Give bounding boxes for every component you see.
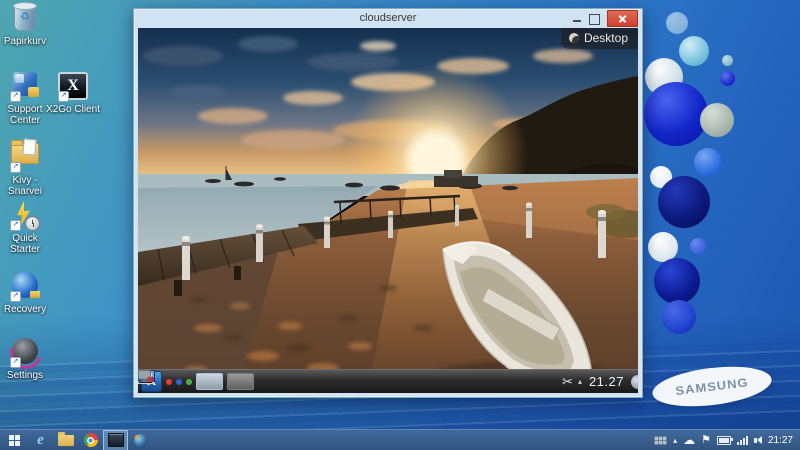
x2go-client-icon: X ↗: [58, 72, 88, 102]
plasma-panel: K ✂ ▴ 21.27: [138, 369, 638, 393]
x2go-session-icon: [107, 433, 124, 447]
desktop-icon-kivy-shortcut[interactable]: ↗ Kivy - Snarvei: [0, 135, 54, 197]
expand-caret-icon[interactable]: ▴: [673, 436, 677, 445]
close-button[interactable]: [607, 10, 638, 27]
support-center-icon: ↗: [10, 72, 40, 102]
bubble: [694, 148, 722, 176]
desktop-icon-recycle-bin[interactable]: ♻ Papirkurv: [0, 2, 54, 47]
desktop-icon-settings[interactable]: ↗ Settings: [0, 336, 54, 381]
shortcut-arrow-icon: ↗: [10, 220, 21, 231]
bubble: [662, 300, 696, 334]
bubble: [720, 71, 735, 86]
minimize-button[interactable]: [572, 13, 582, 25]
samsung-logo-text: SAMSUNG: [674, 375, 750, 398]
x2go-session-window: cloudserver Desktop ✂ ▴ 21.27: [133, 8, 643, 398]
shortcut-arrow-icon: ↗: [10, 91, 21, 102]
remote-wallpaper-photo: [138, 28, 638, 391]
expand-arrow-icon[interactable]: ▴: [578, 377, 582, 386]
quick-starter-icon: ↗: [10, 201, 40, 231]
desktop-icon-quick-starter[interactable]: ↗ Quick Starter: [0, 201, 54, 255]
maximize-button[interactable]: [589, 13, 600, 25]
plasma-clock[interactable]: 21.27: [589, 374, 624, 389]
taskbar-chrome[interactable]: [78, 430, 103, 450]
desktop-icon-label: Quick Starter: [9, 233, 40, 256]
desktop-icon-label: Kivy - Snarvei: [8, 175, 42, 198]
plasma-cashew-icon: [568, 33, 579, 43]
onedrive-cloud-icon[interactable]: ☁: [683, 434, 695, 446]
windows-logo-icon: [8, 434, 20, 446]
klipper-scissors-icon[interactable]: ✂: [562, 375, 573, 388]
bubble: [690, 238, 706, 254]
activity-dot-green[interactable]: [186, 378, 192, 385]
taskbar-support-center[interactable]: [128, 430, 153, 450]
system-tray: ▴ ☁ ⚑ 21:27: [654, 434, 800, 446]
activity-dot-red[interactable]: [166, 378, 172, 385]
taskbar-x2go-session-active[interactable]: [103, 429, 128, 450]
bubble: [666, 12, 688, 34]
desktop: SAMSUNG ♻ Papirkurv ↗ Support Center X ↗…: [0, 0, 800, 450]
internet-explorer-icon: e: [37, 432, 44, 448]
activity-dot-blue[interactable]: [176, 378, 182, 385]
keyboard-icon[interactable]: [654, 435, 668, 445]
bubble: [722, 55, 733, 66]
bubble: [658, 176, 710, 228]
power-icon[interactable]: [716, 435, 733, 445]
taskbar-internet-explorer[interactable]: e: [28, 430, 53, 450]
file-explorer-icon: [57, 431, 74, 446]
window-title: cloudserver: [359, 12, 417, 24]
virtual-desktop-2[interactable]: [227, 373, 254, 390]
shortcut-arrow-icon: ↗: [10, 162, 21, 173]
plasma-system-tray: ✂ ▴ 21.27: [138, 370, 638, 389]
desktop-icon-label: X2Go Client: [46, 104, 100, 115]
shortcut-arrow-icon: ↗: [58, 91, 69, 102]
bubble: [644, 82, 708, 146]
support-center-tray-icon: [134, 433, 147, 447]
bubble: [700, 103, 734, 137]
toolbox-label: Desktop: [583, 31, 628, 45]
volume-icon[interactable]: [753, 436, 762, 444]
desktop-icon-label: Recovery: [3, 304, 47, 315]
taskbar-clock[interactable]: 21:27: [768, 435, 793, 446]
recycle-bin-icon: ♻: [10, 2, 40, 34]
taskbar-file-explorer[interactable]: [53, 430, 78, 450]
bubble: [654, 258, 700, 304]
window-controls: [572, 10, 638, 27]
desktop-icon-x2go-client[interactable]: X ↗ X2Go Client: [44, 70, 102, 115]
settings-icon: ↗: [10, 338, 40, 368]
start-button[interactable]: [0, 430, 28, 450]
shortcut-arrow-icon: ↗: [10, 357, 21, 368]
shortcut-arrow-icon: ↗: [10, 291, 21, 302]
network-signal-icon[interactable]: [736, 435, 748, 445]
recovery-icon: ↗: [10, 272, 40, 302]
panel-cashew-icon[interactable]: [631, 374, 638, 389]
desktop-icon-label: Settings: [6, 370, 44, 381]
folder-shortcut-icon: ↗: [10, 140, 40, 173]
bubble: [679, 36, 709, 66]
windows-taskbar: e ▴ ☁ ⚑ 21:27: [0, 429, 800, 450]
desktop-icon-label: Papirkurv: [3, 36, 47, 47]
window-titlebar[interactable]: cloudserver: [134, 9, 642, 28]
virtual-desktop-1[interactable]: [196, 373, 223, 390]
action-center-flag-icon[interactable]: ⚑: [701, 434, 711, 446]
plasma-desktop-toolbox[interactable]: Desktop: [560, 28, 638, 49]
chrome-icon: [83, 433, 98, 447]
network-offline-icon[interactable]: [138, 370, 154, 383]
desktop-icon-recovery[interactable]: ↗ Recovery: [0, 270, 54, 315]
remote-desktop-view[interactable]: Desktop K ✂ ▴ 21.27: [138, 28, 638, 393]
